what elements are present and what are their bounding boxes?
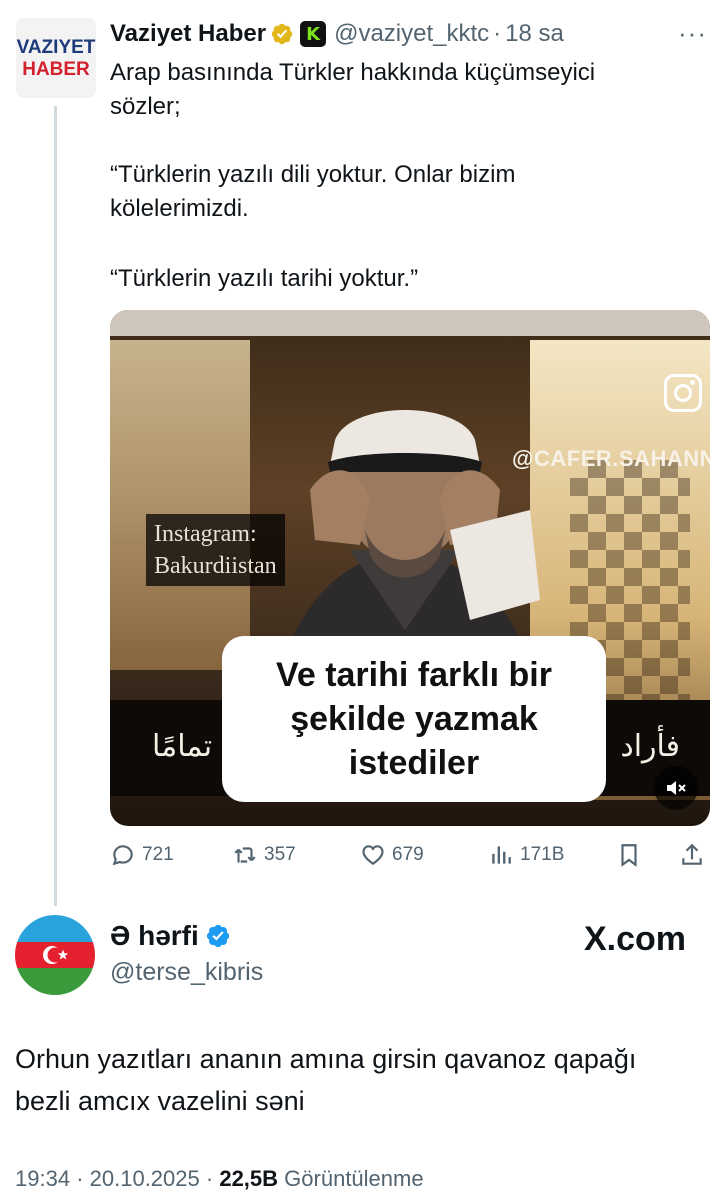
views-label: Görüntülenme — [284, 1166, 424, 1191]
reply-icon — [112, 845, 133, 866]
tweet-text-line: “Türklerin yazılı dili yoktur. Onlar biz… — [110, 161, 516, 188]
meta-separator: · — [205, 1166, 214, 1191]
share-button[interactable] — [679, 842, 711, 868]
instagram-overlay-line2: Bakurdiistan — [154, 553, 277, 579]
analytics-icon — [492, 846, 511, 864]
subtitle-line: Ve tarihi farklı bir — [276, 656, 552, 694]
k-badge-letter: K — [306, 23, 321, 45]
retweet-icon — [234, 847, 256, 863]
retweet-button[interactable]: 357 — [232, 842, 296, 868]
reply-button[interactable]: 721 — [110, 842, 174, 868]
like-count: 679 — [392, 844, 424, 865]
tweet-text-line: kölelerimizdi. — [110, 195, 249, 222]
parent-display-name[interactable]: Vaziyet Haber — [110, 20, 266, 48]
instagram-overlay: Instagram: Bakurdiistan — [146, 514, 285, 586]
azerbaijan-flag-avatar[interactable] — [15, 915, 95, 995]
tweet-meta: 19:34 · 20.10.2025 · 22,5B Görüntülenme — [15, 1166, 424, 1192]
share-icon — [682, 843, 702, 865]
tweet-text-line: “Türklerin yazılı tarihi yoktur.” — [110, 265, 419, 292]
header-separator: · — [493, 20, 502, 47]
main-display-name-row: Ə hərfi — [110, 920, 231, 952]
avatar-line1: VAZIYET — [16, 36, 96, 58]
video-subtitle-box: Ve tarihi farklı bir şekilde yazmak iste… — [222, 636, 606, 802]
reply-count: 721 — [142, 844, 174, 865]
k-affiliate-badge-icon[interactable]: K — [300, 21, 327, 47]
main-handle[interactable]: @terse_kibris — [110, 958, 263, 987]
video-top-band — [110, 310, 710, 336]
tweet-time[interactable]: 19:34 — [15, 1166, 70, 1191]
views-total: 22,5B — [219, 1166, 279, 1191]
instagram-overlay-line1: Instagram: — [154, 521, 257, 547]
subtitle-line: istediler — [348, 744, 480, 782]
subtitle-line: şekilde yazmak — [290, 700, 538, 738]
video-background-left — [110, 340, 250, 670]
parent-time[interactable]: 18 sa — [505, 20, 564, 48]
verified-gold-icon — [271, 23, 293, 45]
parent-tweet-header: Vaziyet Haber K @vaziyet_kktc · 18 sa — [110, 18, 564, 50]
bookmark-icon — [621, 844, 637, 867]
views-count: 171B — [520, 844, 565, 865]
heart-icon — [362, 845, 384, 865]
views-button[interactable]: 171B — [488, 842, 564, 868]
like-button[interactable]: 679 — [360, 842, 424, 868]
main-display-name[interactable]: Ə hərfi — [110, 920, 199, 952]
vaziyet-haber-avatar[interactable]: VAZIYET HABER — [16, 18, 96, 98]
mute-button[interactable] — [654, 766, 698, 810]
more-options-icon[interactable]: ··· — [678, 18, 707, 49]
tweet-text-line: Arap basınında Türkler hakkında küçümsey… — [110, 59, 596, 86]
video-watermark: @CAFER.SAHANN — [512, 446, 710, 471]
speaker-muted-icon — [667, 781, 686, 795]
tweet-video[interactable]: لله تمامًا فأراد @CAFER.SAHANN Instagram… — [110, 310, 710, 826]
main-tweet-text-line: bezli amcıx vazelini səni — [15, 1086, 305, 1116]
instagram-icon — [664, 374, 702, 412]
verified-blue-icon — [206, 924, 229, 948]
thread-line — [54, 106, 57, 906]
x-com-watermark: X.com — [584, 920, 687, 958]
avatar-line2: HABER — [22, 58, 90, 80]
retweet-count: 357 — [264, 844, 296, 865]
tweet-text-line: sözler; — [110, 93, 181, 120]
meta-separator: · — [76, 1166, 84, 1191]
arabic-caption-right: فأراد — [620, 729, 680, 764]
main-tweet-text-line: Orhun yazıtları ananın amına girsin qava… — [15, 1044, 637, 1074]
bookmark-button[interactable] — [616, 842, 648, 868]
azerbaijan-flag-icon — [15, 915, 95, 995]
parent-handle[interactable]: @vaziyet_kktc — [334, 20, 489, 48]
tweet-date[interactable]: 20.10.2025 — [90, 1166, 200, 1191]
